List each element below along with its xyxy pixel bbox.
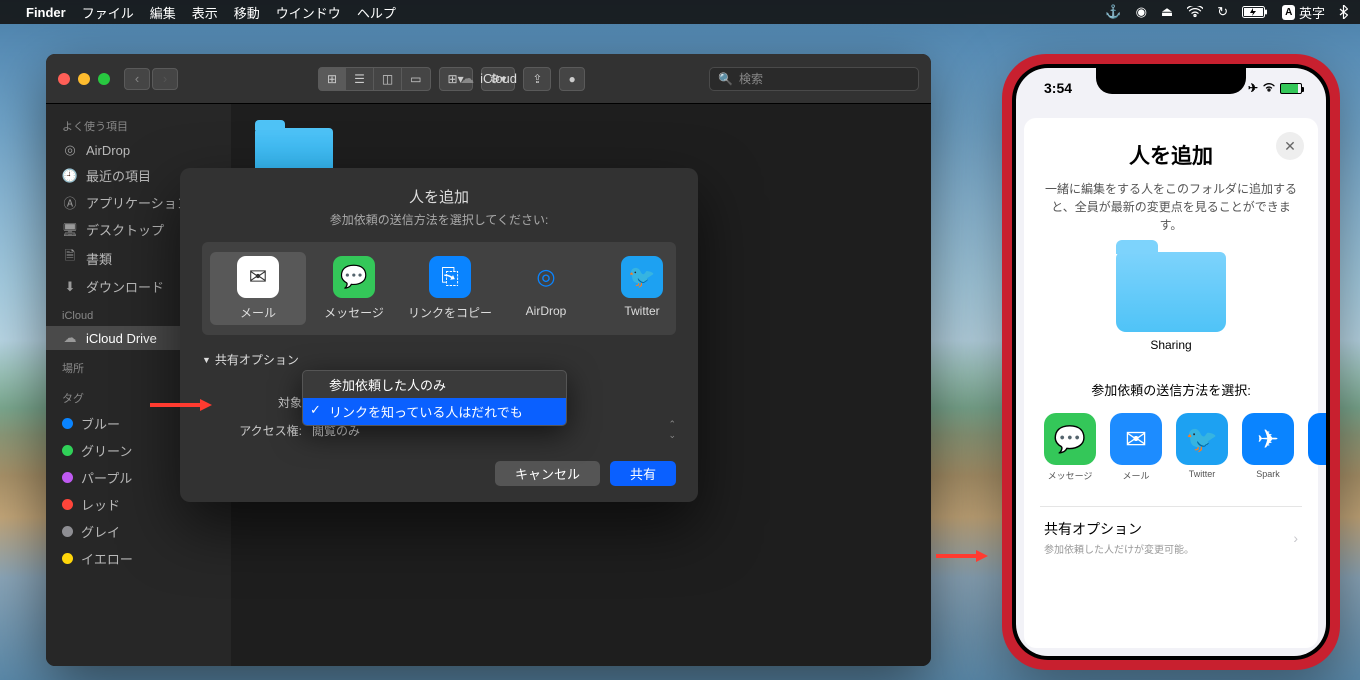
- wifi-icon: [1262, 81, 1276, 95]
- chevron-right-icon: ›: [1293, 530, 1298, 546]
- annotation-arrow-icon: [150, 388, 212, 402]
- minimize-button[interactable]: [78, 73, 90, 85]
- ios-app-net[interactable]: NNet: [1308, 413, 1326, 482]
- folder-icon: [1116, 252, 1226, 332]
- iphone-notch: [1096, 68, 1246, 94]
- share-method-copylink[interactable]: ⎘ リンクをコピー: [402, 252, 498, 325]
- folder-label: Sharing: [1040, 338, 1302, 352]
- add-people-dialog: 人を追加 参加依頼の送信方法を選択してください: ✉ メール 💬 メッセージ ⎘…: [180, 168, 698, 502]
- access-label: アクセス権:: [202, 422, 312, 439]
- sidebar-tag-gray[interactable]: グレイ: [46, 518, 231, 545]
- dropdown-option-anyone-with-link[interactable]: リンクを知っている人はだれでも: [303, 398, 566, 425]
- timemachine-icon[interactable]: ↻: [1217, 4, 1228, 20]
- dropdown-option-invited-only[interactable]: 参加依頼した人のみ: [303, 371, 566, 398]
- copy-link-icon: ⎘: [429, 256, 471, 298]
- option-title: 共有オプション: [1044, 519, 1194, 539]
- dialog-title: 人を追加: [202, 186, 676, 207]
- ios-share-options-row[interactable]: 共有オプション 参加依頼した人だけが変更可能。 ›: [1040, 506, 1302, 568]
- ios-app-mail[interactable]: ✉メール: [1110, 413, 1162, 482]
- search-icon: 🔍: [718, 72, 733, 86]
- messages-icon: 💬: [333, 256, 375, 298]
- downloads-icon: ⬇: [62, 279, 78, 295]
- applications-icon: Ⓐ: [62, 193, 78, 212]
- messages-icon: 💬: [1044, 413, 1096, 465]
- sidebar-tag-yellow[interactable]: イエロー: [46, 545, 231, 572]
- sidebar-item-airdrop[interactable]: ◎AirDrop: [46, 138, 231, 162]
- sidebar-head-favorites: よく使う項目: [46, 114, 231, 138]
- share-method-row: ✉ メール 💬 メッセージ ⎘ リンクをコピー ◎ AirDrop 🐦 Twit…: [202, 242, 676, 335]
- cloud-icon: ☁: [460, 70, 474, 87]
- column-view-icon[interactable]: ◫: [374, 67, 402, 91]
- method-label: 参加依頼の送信方法を選択:: [1040, 380, 1302, 399]
- share-button[interactable]: 共有: [610, 461, 676, 486]
- twitter-icon: 🐦: [621, 256, 663, 298]
- macos-menubar: Finder ファイル 編集 表示 移動 ウインドウ ヘルプ ⚓ ◉ ⏏ ↻ A…: [0, 0, 1360, 24]
- option-subtitle: 参加依頼した人だけが変更可能。: [1044, 541, 1194, 556]
- mail-icon: ✉: [1110, 413, 1162, 465]
- menu-go[interactable]: 移動: [234, 3, 260, 22]
- bluetooth-icon[interactable]: [1339, 5, 1348, 19]
- target-dropdown[interactable]: 参加依頼した人のみ リンクを知っている人はだれでも: [302, 370, 567, 426]
- sheet-title: 人を追加: [1040, 140, 1302, 170]
- status-time: 3:54: [1044, 80, 1072, 96]
- share-method-messages[interactable]: 💬 メッセージ: [306, 252, 402, 325]
- disclosure-triangle-icon: ▼: [202, 355, 211, 365]
- ime-indicator[interactable]: A 英字: [1282, 3, 1325, 22]
- share-method-twitter[interactable]: 🐦 Twitter: [594, 252, 690, 325]
- battery-icon: [1280, 83, 1302, 94]
- ios-app-messages[interactable]: 💬メッセージ: [1044, 413, 1096, 482]
- twitter-icon: 🐦: [1176, 413, 1228, 465]
- mail-icon: ✉: [237, 256, 279, 298]
- spark-icon: ✈: [1242, 413, 1294, 465]
- cancel-button[interactable]: キャンセル: [495, 461, 600, 486]
- forward-button[interactable]: ›: [152, 68, 178, 90]
- share-method-mail[interactable]: ✉ メール: [210, 252, 306, 325]
- eject-icon[interactable]: ⏏: [1161, 4, 1173, 20]
- view-mode-toggle[interactable]: ⊞ ☰ ◫ ▭: [318, 67, 431, 91]
- finder-titlebar: ‹ › ⊞ ☰ ◫ ▭ ⊞▾ ⚙▾ ⇪ ● ☁ iCloud 🔍 検索: [46, 54, 931, 104]
- search-input[interactable]: 🔍 検索: [709, 67, 919, 91]
- airdrop-icon: ◎: [62, 142, 78, 158]
- icon-view-icon[interactable]: ⊞: [318, 67, 346, 91]
- stepper-icon[interactable]: ⌃⌄: [668, 419, 676, 441]
- ios-app-spark[interactable]: ✈Spark: [1242, 413, 1294, 482]
- accessibility-icon[interactable]: ◉: [1136, 4, 1147, 20]
- battery-icon[interactable]: [1242, 6, 1268, 18]
- sheet-subtitle: 一緒に編集をする人をこのフォルダに追加すると、全員が最新の変更点を見ることができ…: [1040, 180, 1302, 234]
- close-button[interactable]: [58, 73, 70, 85]
- menu-file[interactable]: ファイル: [82, 3, 134, 22]
- annotation-arrow-icon: [936, 539, 988, 553]
- menu-view[interactable]: 表示: [192, 3, 218, 22]
- dialog-subtitle: 参加依頼の送信方法を選択してください:: [202, 211, 676, 228]
- desktop-icon: 🖥: [62, 222, 78, 238]
- cloud-icon: ☁: [62, 330, 78, 346]
- menu-help[interactable]: ヘルプ: [357, 3, 396, 22]
- airdrop-icon: ◎: [525, 256, 567, 298]
- target-label: 対象: [202, 394, 312, 411]
- net-icon: N: [1308, 413, 1326, 465]
- share-button[interactable]: ⇪: [523, 67, 551, 91]
- app-name[interactable]: Finder: [26, 5, 66, 20]
- ios-share-sheet: ✕ 人を追加 一緒に編集をする人をこのフォルダに追加すると、全員が最新の変更点を…: [1024, 118, 1318, 648]
- docker-icon[interactable]: ⚓: [1105, 4, 1121, 20]
- airplane-icon: ✈: [1248, 81, 1258, 95]
- zoom-button[interactable]: [98, 73, 110, 85]
- list-view-icon[interactable]: ☰: [346, 67, 374, 91]
- recents-icon: 🕘: [62, 168, 78, 184]
- back-button[interactable]: ‹: [124, 68, 150, 90]
- share-method-airdrop[interactable]: ◎ AirDrop: [498, 252, 594, 325]
- share-options-disclosure[interactable]: ▼共有オプション: [202, 351, 676, 368]
- documents-icon: 🗎: [62, 247, 78, 269]
- ios-app-twitter[interactable]: 🐦Twitter: [1176, 413, 1228, 482]
- iphone-mockup: 3:54 ✈ ✕ 人を追加 一緒に編集をする人をこのフォルダに追加すると、全員が…: [1002, 54, 1340, 670]
- wifi-icon[interactable]: [1187, 6, 1203, 18]
- ios-share-apps: 💬メッセージ ✉メール 🐦Twitter ✈Spark NNet: [1040, 413, 1302, 482]
- window-title: iCloud: [480, 71, 517, 86]
- gallery-view-icon[interactable]: ▭: [402, 67, 430, 91]
- menu-edit[interactable]: 編集: [150, 3, 176, 22]
- menu-window[interactable]: ウインドウ: [276, 3, 341, 22]
- close-button[interactable]: ✕: [1276, 132, 1304, 160]
- tags-button[interactable]: ●: [559, 67, 584, 91]
